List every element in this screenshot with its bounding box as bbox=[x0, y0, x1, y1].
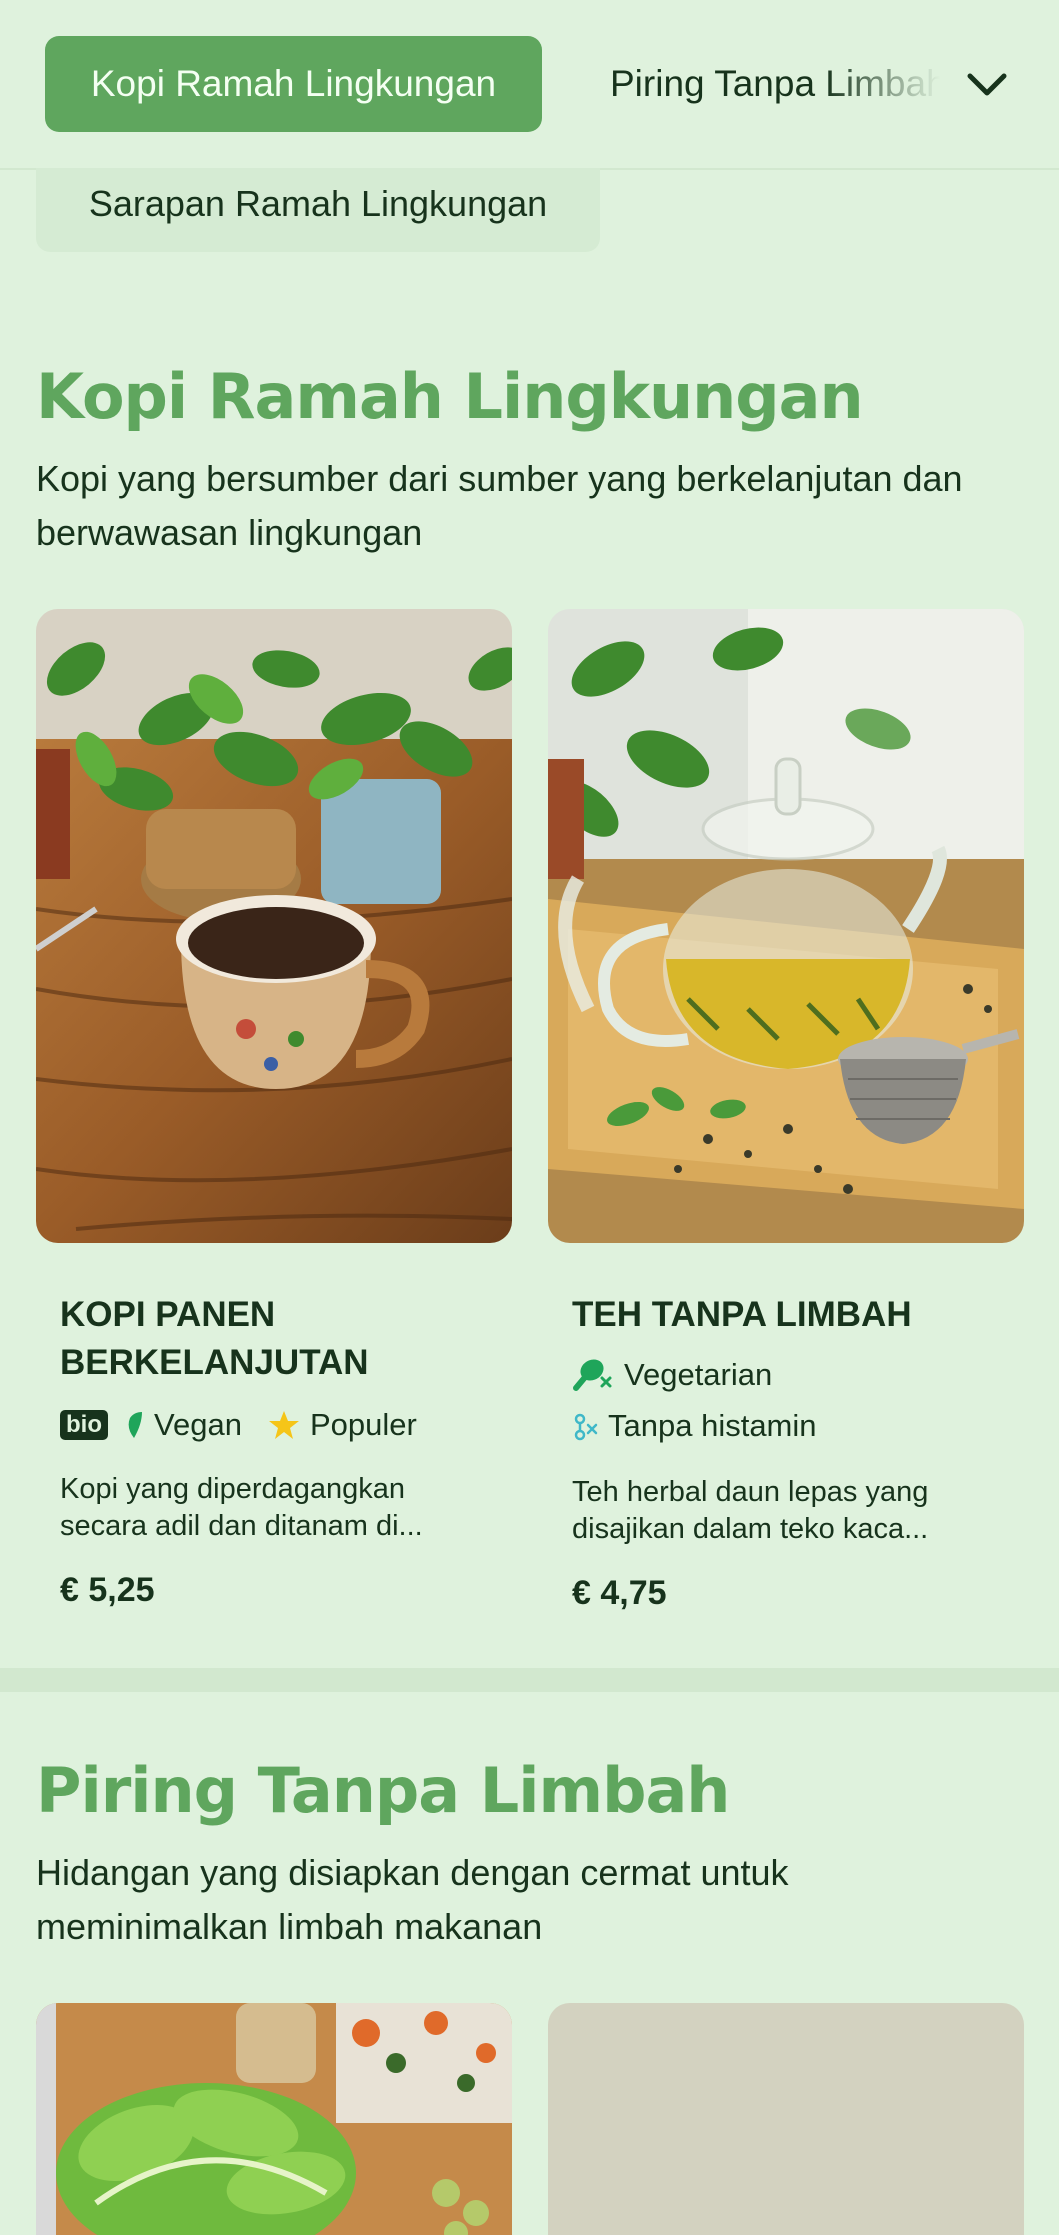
item-tags: bio Vegan Populer bbox=[60, 1405, 417, 1445]
sub-category-chip[interactable]: Sarapan Ramah Lingkungan bbox=[36, 168, 600, 252]
tag-popular: Populer bbox=[309, 1407, 417, 1442]
menu-item-card[interactable]: TEH TANPA LIMBAH Vegetarian Tanpa histam… bbox=[548, 609, 1024, 1612]
section-title: Kopi Ramah Lingkungan bbox=[36, 360, 864, 433]
category-tab-active[interactable]: Kopi Ramah Lingkungan bbox=[45, 36, 542, 132]
tag-histamine-free: Tanpa histamin bbox=[608, 1408, 817, 1443]
section-description: Kopi yang bersumber dari sumber yang ber… bbox=[36, 458, 963, 553]
leaf-icon bbox=[128, 1412, 142, 1438]
item-name: KOPI PANEN BERKELANJUTAN bbox=[60, 1295, 369, 1382]
item-price: € 5,25 bbox=[60, 1571, 155, 1609]
star-icon bbox=[268, 1411, 299, 1439]
section-description: Hidangan yang disiapkan dengan cermat un… bbox=[36, 1852, 789, 1947]
item-price: € 4,75 bbox=[572, 1574, 667, 1612]
section-divider bbox=[0, 1668, 1059, 1692]
section-title: Piring Tanpa Limbah bbox=[36, 1754, 730, 1827]
dish-photo bbox=[548, 2003, 1024, 2235]
category-nav: Kopi Ramah Lingkungan Piring Tanpa Limba… bbox=[0, 0, 1059, 170]
tag-vegan: Vegan bbox=[154, 1407, 242, 1442]
menu-item-card[interactable] bbox=[36, 2003, 512, 2235]
chevron-down-icon[interactable] bbox=[962, 60, 1012, 110]
item-description: Teh herbal daun lepas yang disajikan dal… bbox=[572, 1476, 929, 1545]
item-name: TEH TANPA LIMBAH bbox=[572, 1295, 912, 1334]
molecule-icon bbox=[574, 1413, 598, 1441]
drumstick-crossed-icon bbox=[573, 1359, 612, 1391]
salad-photo bbox=[36, 2003, 512, 2235]
menu-item-card[interactable]: KOPI PANEN BERKELANJUTAN bio Vegan Popul… bbox=[36, 609, 512, 1609]
bio-badge: bio bbox=[60, 1410, 108, 1440]
item-tag-row: Tanpa histamin bbox=[572, 1406, 817, 1446]
coffee-cup-photo bbox=[36, 609, 512, 1243]
category-tab-next[interactable]: Piring Tanpa Limbah bbox=[610, 36, 940, 132]
tea-pot-photo bbox=[548, 609, 1024, 1243]
menu-item-card[interactable] bbox=[548, 2003, 1024, 2235]
item-tag-row: Vegetarian bbox=[572, 1355, 772, 1395]
tag-vegetarian: Vegetarian bbox=[624, 1357, 773, 1392]
item-description: Kopi yang diperdagangkan secara adil dan… bbox=[60, 1473, 423, 1542]
